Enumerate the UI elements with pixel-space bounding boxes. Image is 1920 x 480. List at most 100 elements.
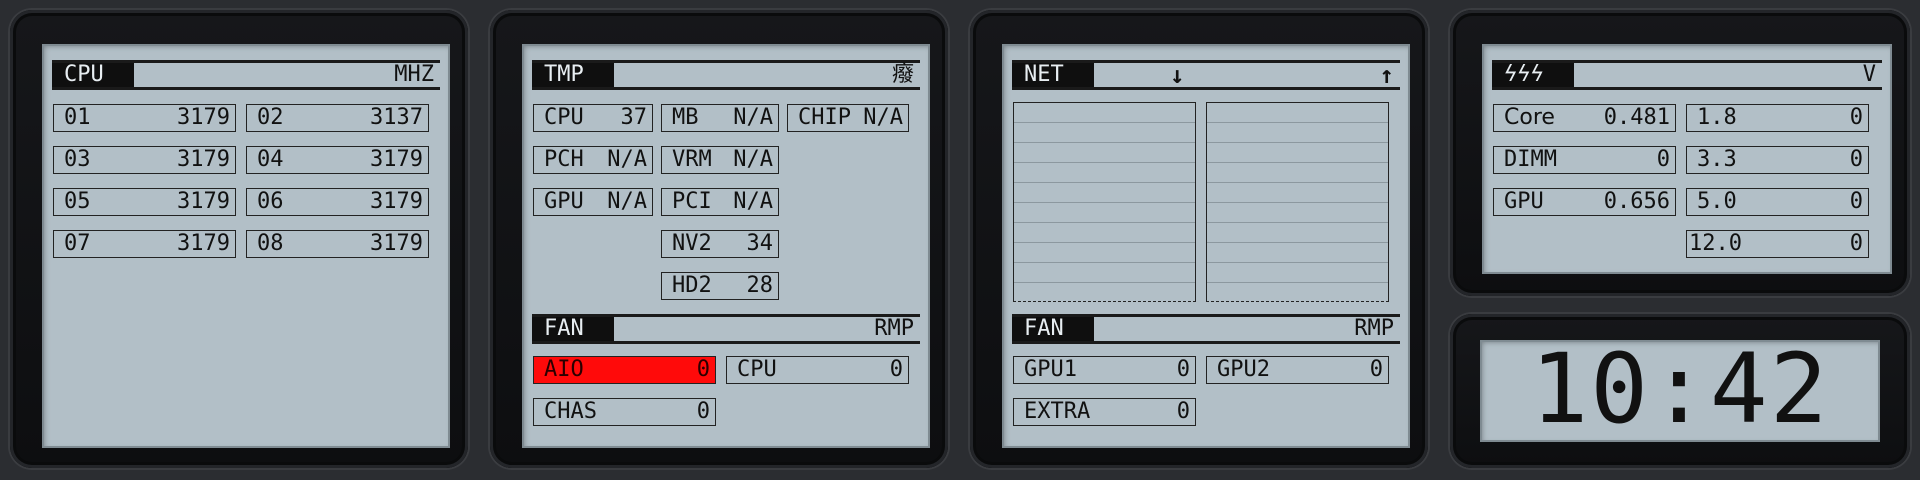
fan-cpu: CPU 0 [726,356,909,384]
sensor-label: MB [672,105,699,130]
sensor-label: GPU [544,189,584,214]
cpu-core-03: 03 3179 [53,146,236,174]
tmp-nv2: NV2 34 [661,230,779,258]
rail-label: 12.0 [1689,231,1742,256]
fan-value: 0 [696,399,710,424]
sensor-value: N/A [733,147,773,172]
core-label: 05 [64,189,91,214]
sensor-value: N/A [607,189,647,214]
network-panel: NET ↓ ↑ FAN RMP GPU1 0 GPU2 0 EXTRA 0 [970,10,1428,468]
sensor-value: N/A [863,105,903,130]
voltage-panel: ϟϟϟ V Core 0.481 1.8 0 DIMM 0 3.3 0 GPU 0.656… [1450,10,1910,296]
fan-aio: AIO 0 [533,356,716,384]
tmp-tag: TMP [532,63,614,87]
sensor-label: HD2 [672,273,712,298]
net-upload-graph [1206,102,1389,302]
fan-value: 0 [1176,399,1190,424]
fan-value: 0 [696,357,710,382]
tmp-vrm: VRM N/A [661,146,779,174]
core-label: 06 [257,189,284,214]
core-value: 3137 [370,105,423,130]
sensor-label: PCI [672,189,712,214]
temperature-panel: TMP 癈 CPU 37 MB N/A CHIP N/A PCH N/A VRM N/A … [490,10,948,468]
fan-label: GPU1 [1024,357,1077,382]
core-label: 01 [64,105,91,130]
cpu-core-04: 04 3179 [246,146,429,174]
clock-panel: 10:42 [1450,314,1910,468]
rail-label: GPU [1504,189,1544,214]
arrow-down-icon: ↓ [1170,61,1185,89]
rail-label: 1.8 [1697,105,1737,130]
net-header: NET ↓ ↑ [1012,60,1400,90]
rail-label: 3.3 [1697,147,1737,172]
core-value: 3179 [370,147,423,172]
fan-label: GPU2 [1217,357,1270,382]
core-label: 04 [257,147,284,172]
volt-12v0: 12.0 0 [1686,230,1869,258]
fan-value: 0 [1176,357,1190,382]
net-download-graph [1013,102,1196,302]
cpu-core-07: 07 3179 [53,230,236,258]
fan-label: CPU [737,357,777,382]
rail-label: DIMM [1504,147,1557,172]
volt-1v8: 1.8 0 [1686,104,1869,132]
fan-header: FAN RMP [532,314,920,344]
cpu-core-02: 02 3137 [246,104,429,132]
rail-value: 0.481 [1603,105,1670,130]
core-value: 3179 [370,231,423,256]
volt-gpu: GPU 0.656 [1493,188,1676,216]
sensor-label: VRM [672,147,712,172]
sensor-label: NV2 [672,231,712,256]
tmp-hd2: HD2 28 [661,272,779,300]
rail-value: 0 [1849,231,1863,256]
fan-gpu2: GPU2 0 [1206,356,1389,384]
volt-3v3: 3.3 0 [1686,146,1869,174]
fan2-header: FAN RMP [1012,314,1400,344]
cpu-core-06: 06 3179 [246,188,429,216]
tmp-mb: MB N/A [661,104,779,132]
sensor-value: N/A [733,189,773,214]
rail-value: 0 [1849,105,1863,130]
voltage-screen: ϟϟϟ V Core 0.481 1.8 0 DIMM 0 3.3 0 GPU 0.656… [1482,44,1892,274]
fan-extra: EXTRA 0 [1013,398,1196,426]
fan-label: EXTRA [1024,399,1091,424]
sensor-value: 37 [620,105,648,130]
rail-value: 0.656 [1603,189,1670,214]
clock-screen: 10:42 [1480,340,1880,442]
core-value: 3179 [370,189,423,214]
rail-value: 0 [1849,189,1863,214]
rail-value: 0 [1656,147,1670,172]
fan-value: 0 [1369,357,1383,382]
cpu-core-08: 08 3179 [246,230,429,258]
clock-time: 10:42 [1530,333,1830,445]
cpu-core-05: 05 3179 [53,188,236,216]
rail-label: Core [1504,105,1555,130]
volt-unit: V [1862,62,1876,87]
cpu-unit: MHZ [394,62,434,87]
rail-value: 0 [1849,147,1863,172]
tmp-chip: CHIP N/A [787,104,909,132]
sensor-label: CHIP [798,105,851,130]
rail-label: 5.0 [1697,189,1737,214]
arrow-up-icon: ↑ [1379,61,1394,89]
volt-5v0: 5.0 0 [1686,188,1869,216]
fan-unit: RMP [874,316,914,341]
tmp-unit: 癈 [891,62,914,87]
sensor-label: CPU [544,105,584,130]
cpu-core-01: 01 3179 [53,104,236,132]
fan-value: 0 [889,357,903,382]
cpu-panel: CPU MHZ 01 3179 02 3137 03 3179 04 3179 05 31… [10,10,468,468]
core-label: 07 [64,231,91,256]
sensor-value: N/A [733,105,773,130]
cpu-header: CPU MHZ [52,60,440,90]
volt-header: ϟϟϟ V [1492,60,1882,90]
core-value: 3179 [177,105,230,130]
sensor-label: PCH [544,147,584,172]
sensor-value: N/A [607,147,647,172]
network-screen: NET ↓ ↑ FAN RMP GPU1 0 GPU2 0 EXTRA 0 [1002,44,1410,448]
volt-dimm: DIMM 0 [1493,146,1676,174]
core-label: 03 [64,147,91,172]
fan-chas: CHAS 0 [533,398,716,426]
sensor-value: 34 [746,231,774,256]
core-value: 3179 [177,189,230,214]
